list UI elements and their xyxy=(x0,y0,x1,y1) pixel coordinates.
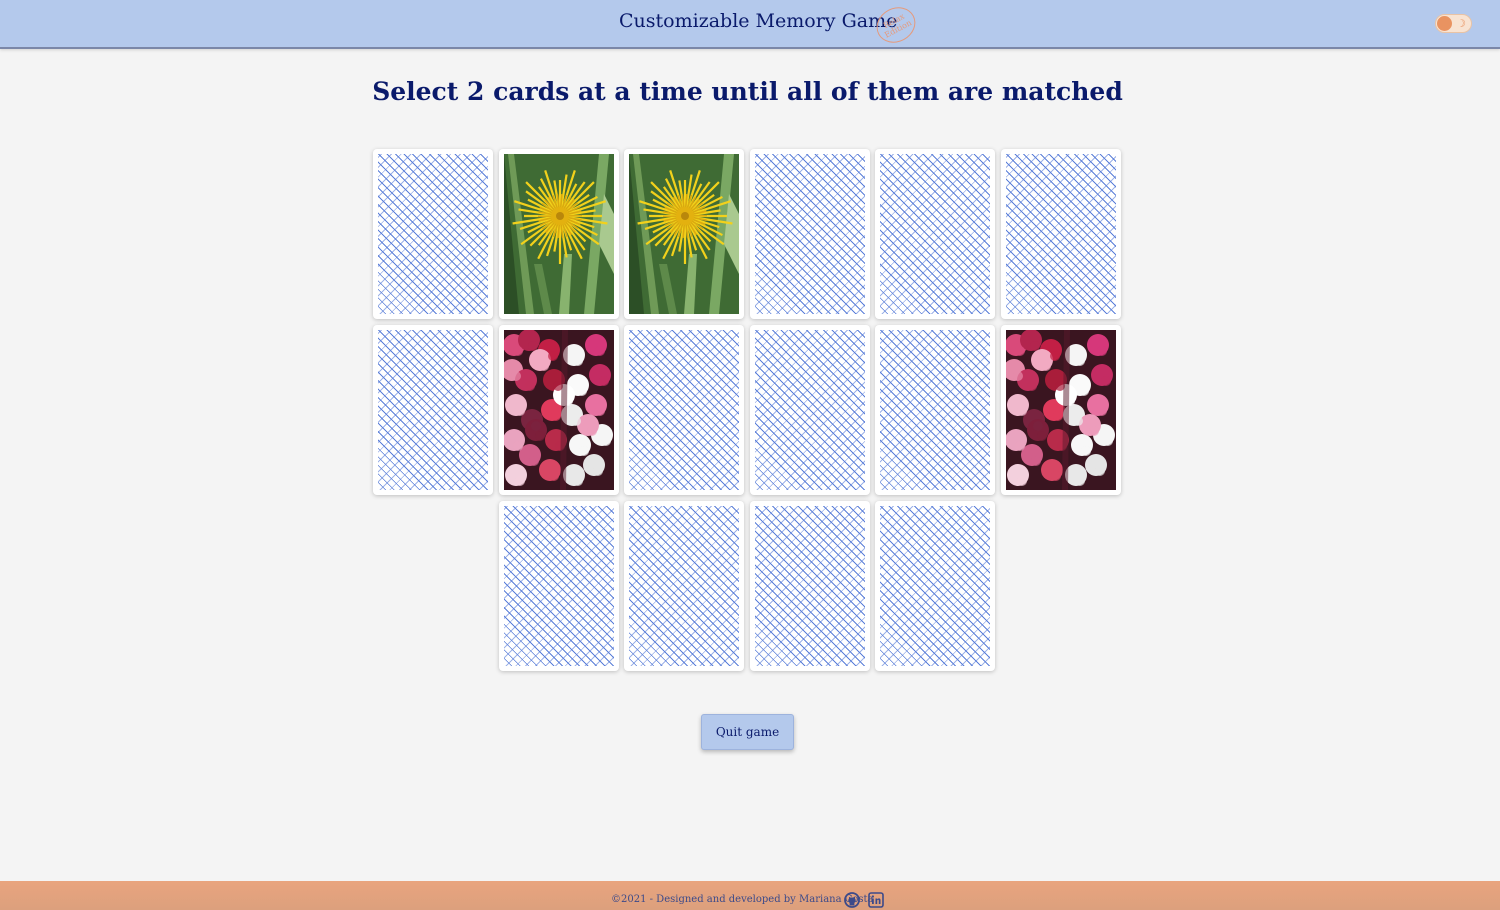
card-face-up[interactable] xyxy=(499,149,619,319)
card-back-pattern xyxy=(378,154,488,314)
card-face-down[interactable] xyxy=(750,149,870,319)
card-face-down[interactable] xyxy=(499,501,619,671)
card-face-up[interactable] xyxy=(499,325,619,495)
theme-toggle[interactable]: ☽ xyxy=(1435,14,1472,33)
app-title: Customizable Memory Game xyxy=(619,10,898,32)
dandelion-image xyxy=(629,154,739,314)
card-back-pattern xyxy=(755,506,865,666)
card-back-pattern xyxy=(629,330,739,490)
card-face-down[interactable] xyxy=(875,325,995,495)
card-face-up[interactable] xyxy=(624,149,744,319)
quit-game-button[interactable]: Quit game xyxy=(701,714,794,750)
card-face-down[interactable] xyxy=(750,325,870,495)
card-face-up[interactable] xyxy=(1001,325,1121,495)
footer: ©2021 - Designed and developed by Marian… xyxy=(0,881,1500,910)
card-back-pattern xyxy=(755,154,865,314)
card-back-pattern xyxy=(629,506,739,666)
card-face-down[interactable] xyxy=(750,501,870,671)
toggle-knob xyxy=(1437,16,1452,31)
card-face-down[interactable] xyxy=(624,325,744,495)
card-back-pattern xyxy=(880,330,990,490)
dandelion-image xyxy=(504,154,614,314)
card-back-pattern xyxy=(1006,154,1116,314)
app-header: Customizable Memory Game Relax Edition ☽ xyxy=(0,0,1500,50)
card-face-down[interactable] xyxy=(373,149,493,319)
card-face-down[interactable] xyxy=(624,501,744,671)
pink-flowers-image xyxy=(504,330,614,490)
github-icon[interactable] xyxy=(844,892,860,908)
footer-credits: ©2021 - Designed and developed by Marian… xyxy=(611,894,874,905)
pink-flowers-image xyxy=(1006,330,1116,490)
card-face-down[interactable] xyxy=(1001,149,1121,319)
card-back-pattern xyxy=(378,330,488,490)
moon-icon: ☽ xyxy=(1456,17,1466,30)
card-face-down[interactable] xyxy=(373,325,493,495)
card-face-down[interactable] xyxy=(875,149,995,319)
card-face-down[interactable] xyxy=(875,501,995,671)
instructions-heading: Select 2 cards at a time until all of th… xyxy=(372,77,1123,106)
card-back-pattern xyxy=(755,330,865,490)
edition-badge: Relax Edition xyxy=(870,0,922,50)
card-back-pattern xyxy=(880,506,990,666)
card-back-pattern xyxy=(880,154,990,314)
linkedin-icon[interactable] xyxy=(868,892,884,908)
card-back-pattern xyxy=(504,506,614,666)
